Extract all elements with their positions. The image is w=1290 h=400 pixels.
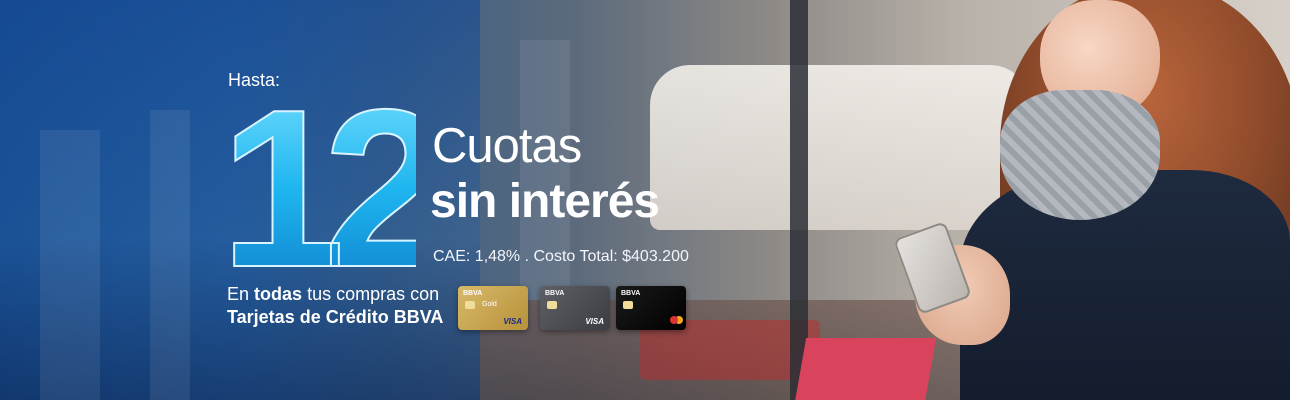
card-brand-label: VISA <box>503 317 522 326</box>
purchases-todas: todas <box>254 284 303 304</box>
headline-sin-interes: sin interés <box>430 175 660 228</box>
chip-icon <box>547 301 557 309</box>
chip-icon <box>465 301 475 309</box>
chip-icon <box>623 301 633 309</box>
purchases-en: En <box>227 284 250 304</box>
card-black: BBVA <box>616 286 686 330</box>
card-silver: BBVA VISA <box>540 286 610 330</box>
mastercard-icon <box>670 316 678 324</box>
card-bank-label: BBVA <box>463 290 483 297</box>
purchases-text: En todas tus compras con <box>227 284 439 305</box>
background-column <box>40 130 100 400</box>
cae-cost-text: CAE: 1,48% . Costo Total: $403.200 <box>433 248 689 265</box>
cards-text: Tarjetas de Crédito BBVA <box>227 307 444 327</box>
background-column <box>150 110 190 400</box>
card-gold: BBVA Gold VISA <box>458 286 528 330</box>
card-bank-label: BBVA <box>621 290 641 297</box>
card-bank-label: BBVA <box>545 290 565 297</box>
shopping-bag <box>793 338 937 400</box>
intro-text: Hasta: <box>228 70 281 90</box>
background-awning <box>650 65 1030 230</box>
headline-cuotas: Cuotas <box>432 119 582 173</box>
woman-scarf <box>1000 90 1160 220</box>
card-brand-label: VISA <box>585 317 604 326</box>
purchases-rest: tus compras con <box>307 284 440 304</box>
big-number-12: 12 <box>226 92 416 270</box>
svg-text:12: 12 <box>226 92 416 270</box>
promo-banner[interactable]: Hasta: 12 Cuotas sin interés CAE: 1,48% … <box>0 0 1290 400</box>
card-kind-label: Gold <box>482 301 497 308</box>
